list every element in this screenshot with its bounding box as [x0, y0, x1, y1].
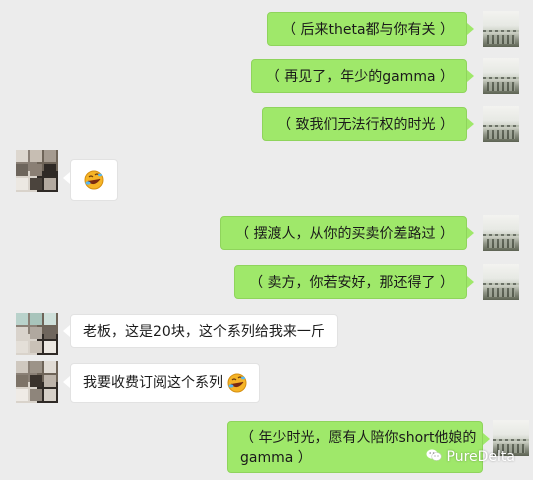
bubble-tail [467, 118, 474, 130]
bubble-tail [467, 23, 474, 35]
my-avatar[interactable] [483, 264, 519, 300]
rolling-on-floor-laughing-emoji [227, 373, 247, 393]
outgoing-message-bubble[interactable]: （ 致我们无法行权的时光 ） [262, 107, 467, 141]
my-avatar[interactable] [483, 58, 519, 94]
bubble-tail [63, 325, 70, 337]
bubble-tail [483, 433, 490, 445]
contact-avatar[interactable] [16, 313, 58, 355]
outgoing-message-bubble[interactable]: （ 再见了，年少的gamma ） [250, 59, 467, 93]
my-avatar[interactable] [483, 215, 519, 251]
wechat-official-account-icon [426, 448, 442, 466]
message-text: （ 卖方，你若安好，那还得了 ） [249, 275, 454, 291]
my-avatar[interactable] [483, 11, 519, 47]
bubble-tail [467, 227, 474, 239]
message-text: （ 再见了，年少的gamma ） [265, 69, 454, 85]
message-text-line: （ 年少时光，愿有人陪你short他娘的 [240, 430, 477, 446]
message-text: 老板，这是20块，这个系列给我来一斤 [83, 324, 325, 340]
rolling-on-floor-laughing-emoji [84, 170, 104, 190]
outgoing-message-bubble[interactable]: （ 后来theta都与你有关 ） [267, 12, 467, 46]
watermark-text: PureDelta [446, 449, 515, 465]
message-text: （ 致我们无法行权的时光 ） [277, 117, 454, 133]
contact-avatar[interactable] [16, 361, 58, 403]
incoming-message-bubble[interactable]: 我要收费订阅这个系列 [70, 363, 261, 403]
message-text: （ 后来theta都与你有关 ） [282, 22, 454, 38]
incoming-message-bubble[interactable] [70, 159, 118, 201]
incoming-message-bubble[interactable]: 老板，这是20块，这个系列给我来一斤 [70, 314, 338, 348]
contact-avatar[interactable] [16, 150, 58, 192]
watermark: PureDelta [426, 448, 515, 466]
bubble-tail [467, 276, 474, 288]
bubble-tail [63, 172, 70, 184]
message-text: 我要收费订阅这个系列 [83, 375, 223, 391]
my-avatar[interactable] [483, 106, 519, 142]
bubble-tail [63, 376, 70, 388]
message-text: （ 摆渡人，从你的买卖价差路过 ） [235, 226, 454, 242]
outgoing-message-bubble[interactable]: （ 卖方，你若安好，那还得了 ） [234, 265, 467, 299]
bubble-tail [467, 70, 474, 82]
outgoing-message-bubble[interactable]: （ 摆渡人，从你的买卖价差路过 ） [220, 216, 467, 250]
